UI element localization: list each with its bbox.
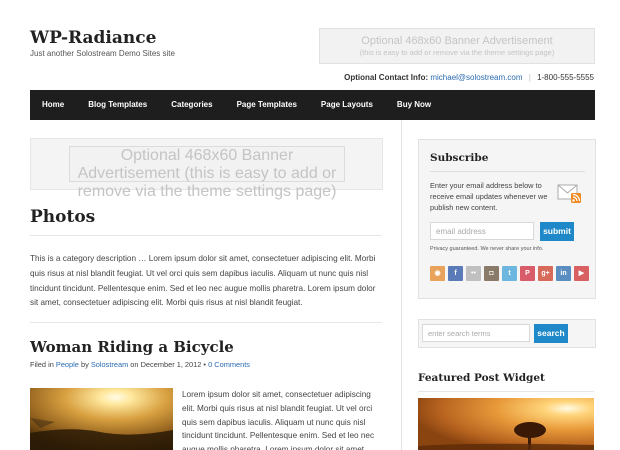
instagram-icon[interactable]: ◘: [484, 266, 499, 281]
twitter-icon[interactable]: t: [502, 266, 517, 281]
meta-by-text: by: [80, 360, 89, 369]
privacy-note: Privacy guaranteed. We never share your …: [430, 246, 544, 252]
email-rss-icon: [557, 180, 583, 204]
featured-post-image[interactable]: [418, 398, 594, 450]
subscribe-text: Enter your email address below to receiv…: [430, 181, 548, 212]
contact-info: Optional Contact Info: michael@solostrea…: [344, 73, 594, 82]
nav-item-buy-now[interactable]: Buy Now: [385, 90, 443, 120]
column-divider: [401, 120, 402, 450]
subscribe-widget: Subscribe Enter your email address below…: [418, 139, 596, 299]
post-excerpt: Lorem ipsum dolor sit amet, consectetuer…: [182, 390, 375, 450]
facebook-icon[interactable]: f: [448, 266, 463, 281]
search-widget: enter search terms search: [418, 319, 596, 348]
subscribe-submit-button[interactable]: submit: [540, 222, 574, 241]
search-button[interactable]: search: [534, 324, 568, 343]
title-divider: [30, 235, 382, 236]
page-title: Photos: [30, 207, 96, 227]
pinterest-icon[interactable]: P: [520, 266, 535, 281]
subscribe-email-input[interactable]: email address: [430, 222, 534, 240]
content-banner-ad[interactable]: Optional 468x60 Banner Advertisement (th…: [69, 146, 345, 200]
google-plus-icon[interactable]: g+: [538, 266, 553, 281]
site-description: Just another Solostream Demo Sites site: [30, 49, 175, 58]
nav-item-page-templates[interactable]: Page Templates: [225, 90, 309, 120]
featured-divider: [418, 391, 594, 392]
rss-icon[interactable]: ◉: [430, 266, 445, 281]
subscribe-divider: [430, 171, 585, 172]
meta-author-link[interactable]: Solostream: [91, 360, 128, 369]
banner-line-1: Optional 468x60 Banner Advertisement: [361, 35, 553, 47]
nav-item-categories[interactable]: Categories: [159, 90, 224, 120]
search-input[interactable]: enter search terms: [422, 324, 530, 342]
description-divider: [30, 322, 382, 323]
contact-label: Optional Contact Info:: [344, 73, 429, 82]
flickr-icon[interactable]: ••: [466, 266, 481, 281]
nav-item-blog-templates[interactable]: Blog Templates: [76, 90, 159, 120]
contact-phone: 1-800-555-5555: [537, 73, 594, 82]
contact-email-link[interactable]: michael@solostream.com: [430, 73, 522, 82]
subscribe-title: Subscribe: [430, 152, 489, 164]
nav-item-home[interactable]: Home: [30, 90, 76, 120]
content-banner-area: Optional 468x60 Banner Advertisement (th…: [30, 138, 383, 200]
social-icons: ◉ f •• ◘ t P g+ in ▶: [430, 266, 589, 281]
meta-category-link[interactable]: People: [56, 360, 79, 369]
meta-comments-link[interactable]: 0 Comments: [208, 360, 250, 369]
linkedin-icon[interactable]: in: [556, 266, 571, 281]
header-banner-ad[interactable]: Optional 468x60 Banner Advertisement (th…: [319, 28, 595, 64]
category-description: This is a category description … Lorem i…: [30, 254, 376, 308]
nav-item-page-layouts[interactable]: Page Layouts: [309, 90, 385, 120]
featured-widget-title: Featured Post Widget: [418, 372, 545, 384]
meta-date-text: on December 1, 2012 •: [130, 360, 207, 369]
site-title[interactable]: WP-Radiance: [30, 28, 156, 48]
post-thumbnail-image[interactable]: [30, 388, 173, 450]
banner-line-2: (this is easy to add or remove via the t…: [359, 48, 555, 57]
post-meta: Filed in People by Solostream on Decembe…: [30, 360, 250, 369]
post-title-link[interactable]: Woman Riding a Bicycle: [30, 338, 234, 356]
main-nav: Home Blog Templates Categories Page Temp…: [30, 90, 595, 120]
youtube-icon[interactable]: ▶: [574, 266, 589, 281]
meta-filed-text: Filed in: [30, 360, 54, 369]
contact-separator: |: [528, 73, 531, 82]
